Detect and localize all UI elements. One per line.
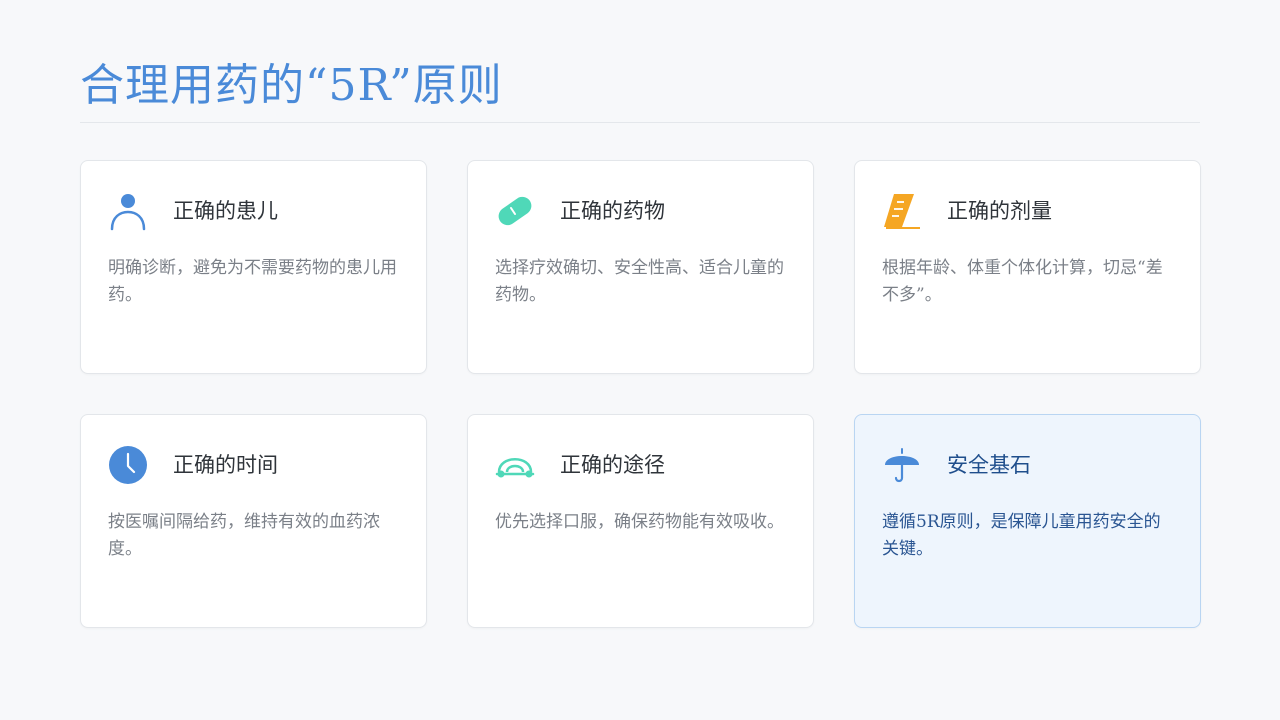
card-title: 正确的途径 <box>560 453 665 477</box>
card-description: 遵循5R原则，是保障儿童用药安全的关键。 <box>882 512 1161 559</box>
card-safety-cornerstone: 安全基石 遵循5R原则，是保障儿童用药安全的关键。 <box>854 414 1201 628</box>
card-right-route: 正确的途径 优先选择口服，确保药物能有效吸收。 <box>467 414 814 628</box>
card-right-time: 正确的时间 按医嘱间隔给药，维持有效的血药浓度。 <box>80 414 427 628</box>
title-divider <box>80 122 1200 123</box>
card-title: 正确的时间 <box>173 453 278 477</box>
card-header: 正确的时间 <box>108 443 399 487</box>
card-header: 正确的剂量 <box>882 189 1173 233</box>
card-title: 安全基石 <box>947 453 1031 477</box>
card-header: 正确的药物 <box>495 189 786 233</box>
card-header: 正确的途径 <box>495 443 786 487</box>
card-header: 正确的患儿 <box>108 189 399 233</box>
card-title: 正确的药物 <box>560 199 665 223</box>
card-title: 正确的剂量 <box>947 199 1052 223</box>
card-description: 选择疗效确切、安全性高、适合儿童的药物。 <box>495 258 784 305</box>
card-description: 优先选择口服，确保药物能有效吸收。 <box>495 512 784 532</box>
principles-grid: 正确的患儿 明确诊断，避免为不需要药物的患儿用药。 正确的药物 选择疗效确切、安… <box>80 160 1201 628</box>
card-description: 根据年龄、体重个体化计算，切忌“差不多”。 <box>882 258 1163 305</box>
card-right-drug: 正确的药物 选择疗效确切、安全性高、适合儿童的药物。 <box>467 160 814 374</box>
card-header: 安全基石 <box>882 443 1173 487</box>
pill-icon <box>495 191 535 231</box>
card-right-patient: 正确的患儿 明确诊断，避免为不需要药物的患儿用药。 <box>80 160 427 374</box>
route-icon <box>495 445 535 485</box>
clock-icon <box>108 445 148 485</box>
card-title: 正确的患儿 <box>173 199 278 223</box>
person-icon <box>108 191 148 231</box>
card-description: 按医嘱间隔给药，维持有效的血药浓度。 <box>108 512 380 559</box>
page-title: 合理用药的“5R”原则 <box>80 60 503 111</box>
ruler-icon <box>882 191 922 231</box>
umbrella-icon <box>882 445 922 485</box>
card-right-dose: 正确的剂量 根据年龄、体重个体化计算，切忌“差不多”。 <box>854 160 1201 374</box>
card-description: 明确诊断，避免为不需要药物的患儿用药。 <box>108 258 397 305</box>
